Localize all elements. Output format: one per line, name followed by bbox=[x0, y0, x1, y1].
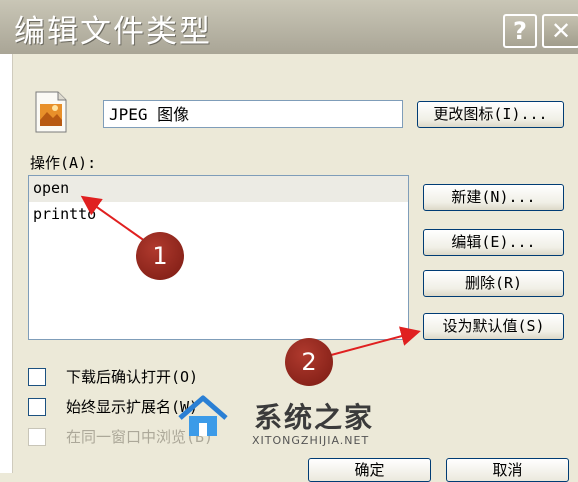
annotation-marker-2: 2 bbox=[285, 338, 333, 386]
file-type-name-field[interactable]: JPEG 图像 bbox=[103, 100, 403, 128]
confirm-open-label: 下载后确认打开(O) bbox=[66, 368, 199, 386]
delete-button[interactable]: 删除(R) bbox=[423, 270, 564, 297]
watermark: 系统之家 XITONGZHIJIA.NET bbox=[176, 392, 376, 448]
background-window-strip bbox=[0, 54, 13, 473]
change-icon-button[interactable]: 更改图标(I)... bbox=[417, 101, 564, 128]
confirm-open-checkbox[interactable] bbox=[28, 368, 46, 386]
new-button[interactable]: 新建(N)... bbox=[423, 184, 564, 211]
set-default-button[interactable]: 设为默认值(S) bbox=[423, 313, 564, 340]
edit-button[interactable]: 编辑(E)... bbox=[423, 229, 564, 256]
actions-list[interactable]: open printto bbox=[28, 175, 409, 340]
jpeg-file-icon bbox=[35, 91, 67, 133]
help-icon: ? bbox=[513, 17, 527, 45]
browse-same-window-checkbox bbox=[28, 428, 46, 446]
actions-label: 操作(A): bbox=[30, 154, 97, 172]
action-item-printto[interactable]: printto bbox=[29, 202, 408, 228]
show-extension-checkbox[interactable] bbox=[28, 398, 46, 416]
watermark-url: XITONGZHIJIA.NET bbox=[252, 434, 370, 447]
action-item-open[interactable]: open bbox=[29, 176, 408, 202]
house-logo-icon bbox=[178, 395, 228, 436]
title-bar[interactable]: 编辑文件类型 ? ✕ bbox=[0, 0, 578, 54]
ok-button[interactable]: 确定 bbox=[308, 458, 431, 482]
help-button[interactable]: ? bbox=[503, 14, 537, 48]
close-button[interactable]: ✕ bbox=[542, 14, 578, 48]
window-title: 编辑文件类型 bbox=[14, 14, 212, 50]
cancel-button[interactable]: 取消 bbox=[446, 458, 569, 482]
annotation-marker-1: 1 bbox=[136, 232, 184, 280]
watermark-title: 系统之家 bbox=[254, 401, 375, 434]
close-icon: ✕ bbox=[550, 17, 572, 45]
